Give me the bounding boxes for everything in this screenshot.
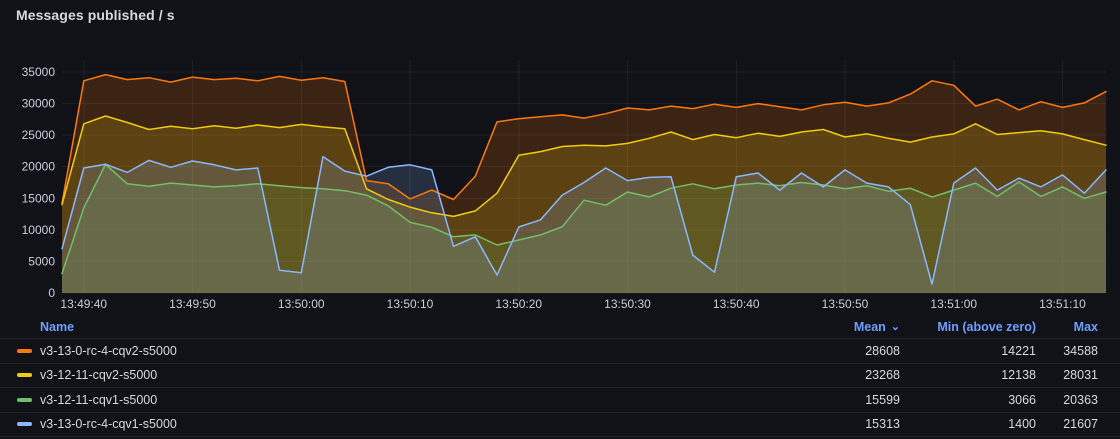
legend-series-cell: v3-13-0-rc-4-cqv2-s5000	[0, 344, 780, 358]
series-color-swatch[interactable]	[17, 398, 32, 402]
legend-min-value: 14221	[900, 344, 1036, 358]
legend-mean-value: 28608	[780, 344, 900, 358]
panel-title[interactable]: Messages published / s	[16, 7, 175, 23]
legend-min-value: 3066	[900, 393, 1036, 407]
legend-bottom-separator	[0, 436, 1120, 437]
y-axis-tick-label: 10000	[22, 223, 56, 237]
legend-series-cell: v3-12-11-cqv1-s5000	[0, 393, 780, 407]
legend-header-row: Name Mean⌄ Min (above zero) Max	[0, 316, 1120, 338]
x-axis-tick-label: 13:51:10	[1039, 297, 1086, 311]
grafana-panel: Messages published / s 0 5000 10000 15000 20…	[0, 0, 1120, 439]
legend-header-min-above-zero[interactable]: Min (above zero)	[900, 320, 1036, 334]
x-axis-tick-label: 13:49:40	[60, 297, 107, 311]
legend-series-name[interactable]: v3-12-11-cqv1-s5000	[40, 393, 157, 407]
legend-series-name[interactable]: v3-13-0-rc-4-cqv1-s5000	[40, 417, 177, 431]
legend-header-mean[interactable]: Mean⌄	[780, 320, 900, 334]
legend-min-value: 12138	[900, 368, 1036, 382]
series-color-swatch[interactable]	[17, 349, 32, 353]
legend-series-cell: v3-12-11-cqv2-s5000	[0, 368, 780, 382]
y-axis-tick-label: 35000	[22, 65, 56, 79]
legend-max-value: 21607	[1036, 417, 1098, 431]
y-axis-tick-label: 0	[48, 286, 55, 300]
x-axis-tick-label: 13:50:40	[713, 297, 760, 311]
legend-max-value: 28031	[1036, 368, 1098, 382]
y-axis-tick-label: 30000	[22, 97, 56, 111]
legend-header-max[interactable]: Max	[1036, 320, 1098, 334]
x-axis-tick-label: 13:50:30	[604, 297, 651, 311]
sort-caret-down-icon: ⌄	[891, 320, 900, 333]
y-axis-tick-label: 5000	[28, 254, 55, 268]
y-axis-tick-label: 25000	[22, 128, 56, 142]
legend-row: v3-12-11-cqv2-s5000 232681213828031	[0, 363, 1120, 388]
legend-rows: v3-13-0-rc-4-cqv2-s5000286081422134588v3…	[0, 338, 1120, 436]
legend-mean-value: 15313	[780, 417, 900, 431]
legend-header-name[interactable]: Name	[0, 320, 780, 334]
legend-row: v3-13-0-rc-4-cqv1-s5000 15313140021607	[0, 412, 1120, 437]
legend-series-cell: v3-13-0-rc-4-cqv1-s5000	[0, 417, 780, 431]
legend-min-value: 1400	[900, 417, 1036, 431]
x-axis-tick-label: 13:49:50	[169, 297, 216, 311]
y-axis-tick-label: 15000	[22, 191, 56, 205]
x-axis-tick-label: 13:50:10	[387, 297, 434, 311]
x-axis-tick-label: 13:50:50	[822, 297, 869, 311]
x-axis-tick-label: 13:50:00	[278, 297, 325, 311]
legend-max-value: 34588	[1036, 344, 1098, 358]
legend-table: Name Mean⌄ Min (above zero) Max v3-13-0-…	[0, 316, 1120, 437]
series-color-swatch[interactable]	[17, 422, 32, 426]
y-axis-tick-label: 20000	[22, 160, 56, 174]
legend-mean-value: 15599	[780, 393, 900, 407]
series-color-swatch[interactable]	[17, 373, 32, 377]
x-axis-tick-label: 13:50:20	[495, 297, 542, 311]
x-axis-tick-label: 13:51:00	[930, 297, 977, 311]
timeseries-chart[interactable]: 0 5000 10000 15000 20000 25000 30000 35000 13:49…	[0, 42, 1120, 316]
legend-max-value: 20363	[1036, 393, 1098, 407]
legend-mean-value: 23268	[780, 368, 900, 382]
legend-series-name[interactable]: v3-13-0-rc-4-cqv2-s5000	[40, 344, 177, 358]
legend-series-name[interactable]: v3-12-11-cqv2-s5000	[40, 368, 157, 382]
legend-row: v3-13-0-rc-4-cqv2-s5000 286081422134588	[0, 338, 1120, 363]
legend-row: v3-12-11-cqv1-s5000 15599306620363	[0, 387, 1120, 412]
